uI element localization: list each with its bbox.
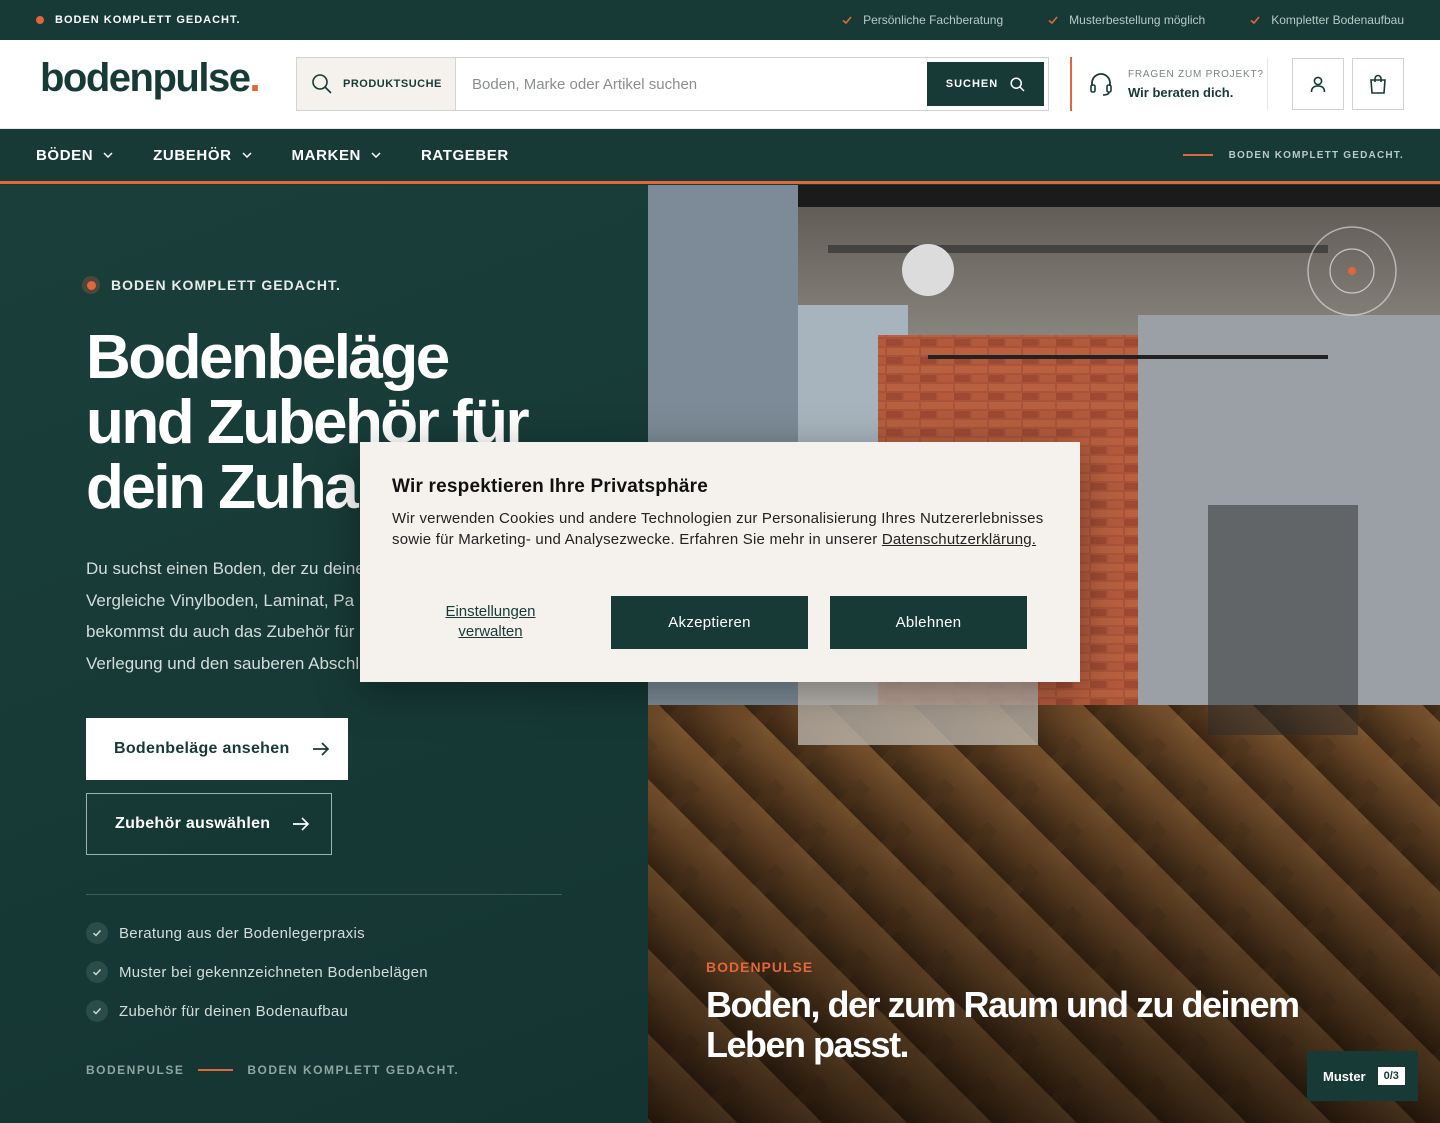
benefit-item: Muster bei gekennzeichneten Bodenbelägen (86, 961, 428, 983)
accept-button[interactable]: Akzeptieren (611, 596, 808, 649)
nav-item-ratgeber[interactable]: RATGEBER (421, 147, 509, 164)
sample-cart-label: Muster (1323, 1068, 1366, 1084)
nav-item-boeden[interactable]: BÖDEN (36, 147, 113, 164)
sample-cart-button[interactable]: Muster 0/3 (1307, 1051, 1418, 1101)
benefit-item: Zubehör für deinen Bodenaufbau (86, 1000, 428, 1022)
help-text: FRAGEN ZUM PROJEKT? Wir beraten dich. (1128, 69, 1264, 100)
usp-label: Persönliche Fachberatung (863, 13, 1004, 27)
top-bar: BODEN KOMPLETT GEDACHT. Persönliche Fach… (0, 0, 1440, 40)
help-cta: Wir beraten dich. (1128, 84, 1234, 100)
check-icon (1048, 16, 1058, 25)
usp-item: Musterbestellung möglich (1047, 13, 1205, 27)
manage-settings-line: verwalten (458, 623, 523, 640)
check-icon (86, 922, 108, 944)
benefit-label: Zubehör für deinen Bodenaufbau (119, 1002, 349, 1020)
privacy-policy-link[interactable]: Datenschutzerklärung. (882, 531, 1036, 548)
main-nav: BÖDEN ZUBEHÖR MARKEN RATGEBER BODEN KOMP… (0, 129, 1440, 184)
nav-item-label: RATGEBER (420, 146, 509, 164)
topbar-tagline: BODEN KOMPLETT GEDACHT. (36, 14, 241, 26)
decline-button[interactable]: Ablehnen (830, 596, 1027, 649)
benefit-item: Beratung aus der Bodenlegerpraxis (86, 922, 428, 944)
manage-settings-line: Einstellungen (445, 603, 536, 620)
usp-label: Kompletter Bodenaufbau (1271, 13, 1404, 27)
image-kicker: BODENPULSE (706, 959, 814, 975)
manage-settings-link[interactable]: Einstellungen verwalten (392, 602, 589, 642)
check-icon (842, 16, 852, 25)
benefit-list: Beratung aus der Bodenlegerpraxis Muster… (86, 922, 428, 1039)
nav-tagline: BODEN KOMPLETT GEDACHT. (1182, 149, 1404, 161)
cart-button[interactable] (1352, 58, 1404, 110)
cookie-consent-dialog: Wir respektieren Ihre Privatsphäre Wir v… (360, 442, 1080, 682)
usp-item: Kompletter Bodenaufbau (1249, 13, 1404, 27)
cookie-title: Wir respektieren Ihre Privatsphäre (392, 476, 709, 497)
hero-title-line: Bodenbeläge (86, 323, 450, 392)
nav-item-zubehoer[interactable]: ZUBEHÖR (153, 146, 252, 164)
user-icon (1310, 76, 1326, 93)
logo-text: bodenpulse (40, 56, 251, 100)
arrow-right-icon (293, 817, 310, 831)
check-icon (86, 961, 108, 983)
shopping-bag-icon (1370, 74, 1386, 94)
choose-accessories-label: Zubehör auswählen (115, 815, 271, 832)
account-button[interactable] (1292, 58, 1344, 110)
search-label: PRODUKTSUCHE (297, 58, 456, 110)
usp-list: Persönliche Fachberatung Musterbestellun… (841, 13, 1404, 27)
help-question: FRAGEN ZUM PROJEKT? (1128, 68, 1264, 80)
nav-item-label: BÖDEN (36, 146, 94, 164)
search-icon (312, 74, 332, 94)
logo-dot: . (249, 56, 260, 100)
hero-footer-tagline: BODEN KOMPLETT GEDACHT. (247, 1063, 460, 1077)
image-caption: Boden, der zum Raum und zu deinem Leben … (706, 984, 1300, 1065)
benefit-label: Beratung aus der Bodenlegerpraxis (119, 924, 365, 942)
hero-footer-brand: BODENPULSE (86, 1063, 185, 1077)
help-contact[interactable]: FRAGEN ZUM PROJEKT? Wir beraten dich. (1070, 57, 1264, 111)
dot-icon (36, 16, 44, 24)
search-icon (1010, 76, 1025, 92)
sample-count-badge: 0/3 (1377, 1067, 1405, 1085)
headset-icon (1090, 73, 1112, 96)
view-floors-button[interactable]: Bodenbeläge ansehen (86, 718, 348, 780)
arrow-right-icon (312, 742, 329, 756)
chevron-down-icon (242, 152, 252, 158)
search-label-text: PRODUKTSUCHE (343, 78, 442, 90)
hero-divider (86, 894, 562, 895)
hero-eyebrow-text: BODEN KOMPLETT GEDACHT. (111, 277, 341, 293)
chevron-down-icon (371, 152, 381, 158)
check-icon (1250, 16, 1260, 25)
hero-eyebrow: BODEN KOMPLETT GEDACHT. (82, 276, 341, 294)
nav-item-marken[interactable]: MARKEN (292, 147, 381, 164)
dot-icon (82, 276, 100, 294)
accent-line (1182, 154, 1213, 156)
choose-accessories-button[interactable]: Zubehör auswählen (86, 793, 332, 855)
benefit-label: Muster bei gekennzeichneten Bodenbelägen (119, 963, 428, 981)
site-logo[interactable]: bodenpulse. (40, 56, 261, 101)
nav-item-label: MARKEN (291, 146, 361, 164)
usp-label: Musterbestellung möglich (1069, 13, 1206, 27)
accent-line (198, 1069, 234, 1071)
search-button-label: SUCHEN (945, 78, 999, 90)
hero-footer-tag: BODENPULSE BODEN KOMPLETT GEDACHT. (86, 1063, 459, 1077)
cookie-text: Wir verwenden Cookies und andere Technol… (392, 508, 1052, 550)
view-floors-label: Bodenbeläge ansehen (114, 740, 290, 757)
chevron-down-icon (103, 152, 113, 158)
nav-item-label: ZUBEHÖR (153, 146, 232, 164)
topbar-tagline-text: BODEN KOMPLETT GEDACHT. (55, 14, 241, 26)
search-button[interactable]: SUCHEN (927, 62, 1044, 106)
header-divider (1267, 58, 1268, 110)
usp-item: Persönliche Fachberatung (841, 13, 1003, 27)
check-icon (86, 1000, 108, 1022)
product-search: PRODUKTSUCHE SUCHEN (296, 57, 1049, 111)
site-header: bodenpulse. PRODUKTSUCHE SUCHEN FRAGEN Z… (0, 40, 1440, 129)
nav-tagline-text: BODEN KOMPLETT GEDACHT. (1228, 149, 1404, 161)
